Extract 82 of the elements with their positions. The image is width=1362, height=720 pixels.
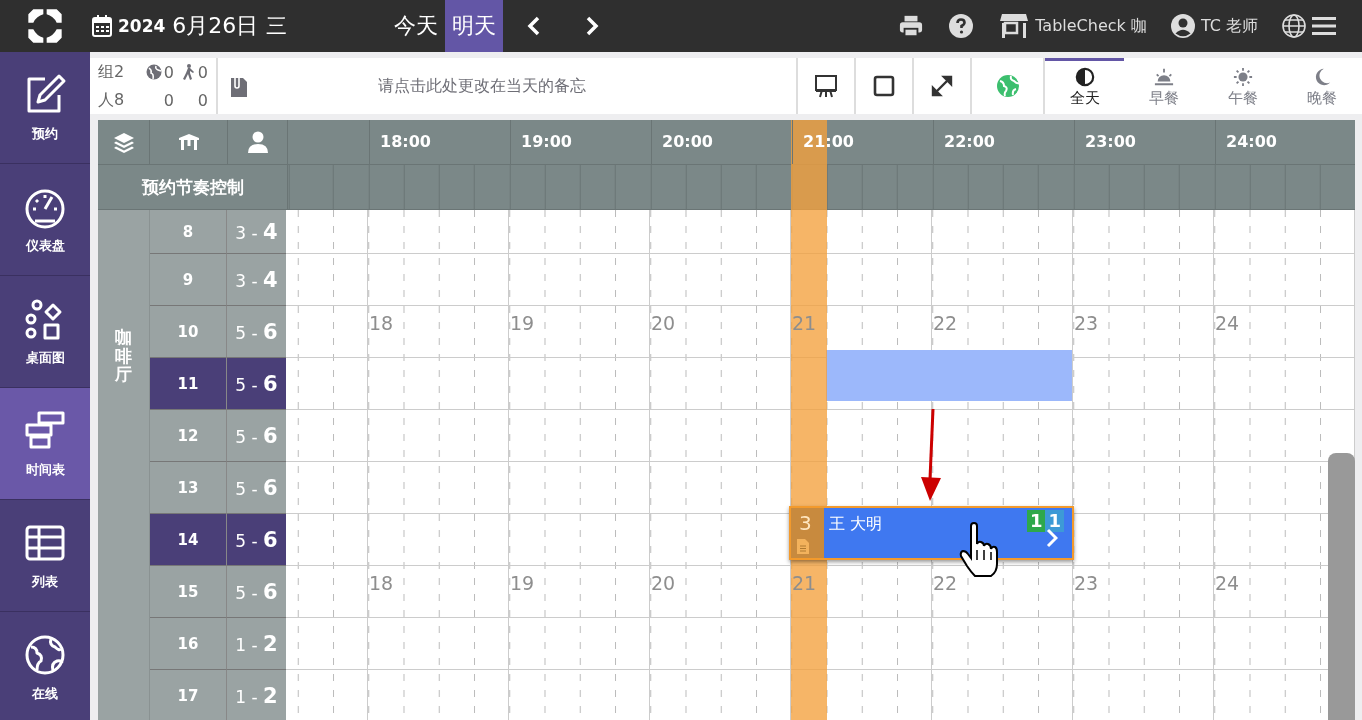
table-number[interactable]: 14 bbox=[150, 514, 227, 566]
hour-label: 22:00 bbox=[933, 120, 995, 164]
note-icon bbox=[797, 539, 809, 554]
hour-label: 19:00 bbox=[510, 120, 572, 164]
hour-mark: 23 bbox=[1074, 312, 1099, 334]
capacity-cell: 5 - 6 bbox=[227, 306, 286, 358]
table-number[interactable]: 11 bbox=[150, 358, 227, 410]
square-icon bbox=[872, 74, 896, 98]
stat-value: 0 bbox=[197, 90, 208, 110]
hour-mark: 22 bbox=[933, 572, 958, 594]
hour-label: 23:00 bbox=[1074, 120, 1136, 164]
globe-icon bbox=[145, 64, 162, 80]
user-icon[interactable] bbox=[1170, 14, 1195, 38]
stat-value: 0 bbox=[163, 62, 174, 82]
area-label: 咖啡厅 bbox=[98, 210, 150, 720]
capacity-cell: 5 - 6 bbox=[227, 410, 286, 462]
globe-icon bbox=[995, 74, 1020, 98]
language-icon[interactable] bbox=[1282, 14, 1306, 38]
capacity-cell: 3 - 4 bbox=[227, 254, 286, 306]
year-text: 2024 bbox=[118, 16, 166, 36]
chevron-right-icon[interactable] bbox=[1046, 528, 1058, 548]
hour-mark: 22 bbox=[933, 312, 958, 334]
sidebar-item[interactable]: 时间表 bbox=[0, 388, 90, 500]
next-icon[interactable] bbox=[585, 15, 600, 37]
hour-mark: 20 bbox=[651, 572, 676, 594]
sunrise-icon bbox=[1152, 67, 1175, 87]
reservation-card[interactable]: 3 王 大明 1 1 bbox=[789, 506, 1074, 560]
hour-mark: 23 bbox=[1074, 572, 1099, 594]
capacity-cell: 5 - 6 bbox=[227, 514, 286, 566]
sidebar-item[interactable]: 仪表盘 bbox=[0, 164, 90, 276]
sidebar-item[interactable]: 预约 bbox=[0, 52, 90, 164]
calendar-icon[interactable] bbox=[92, 15, 112, 37]
capacity-cell: 5 - 6 bbox=[227, 358, 286, 410]
store-icon[interactable] bbox=[999, 13, 1030, 39]
capacity-cell: 5 - 6 bbox=[227, 566, 286, 618]
easel-icon bbox=[814, 74, 838, 98]
stat-value: 0 bbox=[197, 62, 208, 82]
sidebar-item[interactable]: 在线 bbox=[0, 612, 90, 720]
hour-mark: 19 bbox=[510, 312, 535, 334]
hour-mark: 24 bbox=[1215, 572, 1240, 594]
hour-mark: 20 bbox=[651, 312, 676, 334]
stat-text: 组2 bbox=[98, 61, 126, 83]
logo-icon[interactable] bbox=[25, 6, 65, 46]
sun-icon bbox=[1232, 67, 1255, 87]
hour-label: 20:00 bbox=[651, 120, 713, 164]
store-name[interactable]: TableCheck 咖 bbox=[1035, 15, 1147, 37]
previous-icon[interactable] bbox=[527, 15, 542, 37]
hour-mark: 21 bbox=[792, 572, 817, 594]
print-icon[interactable] bbox=[899, 14, 924, 38]
capacity-cell: 1 - 2 bbox=[227, 670, 286, 720]
hour-mark: 18 bbox=[369, 572, 394, 594]
hour-mark: 21 bbox=[792, 312, 817, 334]
count-badge: 1 bbox=[1026, 510, 1046, 532]
hour-mark: 19 bbox=[510, 572, 535, 594]
hour-mark: 24 bbox=[1215, 312, 1240, 334]
capacity-cell: 1 - 2 bbox=[227, 618, 286, 670]
stat-value: 0 bbox=[163, 90, 174, 110]
menu-icon[interactable] bbox=[1312, 14, 1336, 38]
day-button[interactable]: 明天 bbox=[445, 0, 504, 52]
user-name[interactable]: TC 老师 bbox=[1200, 15, 1258, 37]
day-button[interactable]: 今天 bbox=[387, 0, 446, 52]
capacity-cell: 5 - 6 bbox=[227, 462, 286, 514]
count-badge: 1 bbox=[1045, 510, 1064, 532]
stat-text: 人8 bbox=[98, 89, 126, 111]
half-circle-icon bbox=[1073, 67, 1096, 87]
capacity-cell: 3 - 4 bbox=[227, 210, 286, 254]
hour-label: 24:00 bbox=[1215, 120, 1277, 164]
pacing-control-label[interactable]: 预约节奏控制 bbox=[98, 165, 288, 209]
party-size: 3 bbox=[791, 508, 824, 558]
expand-icon bbox=[930, 74, 954, 98]
person-icon[interactable] bbox=[246, 131, 269, 153]
layers-icon[interactable] bbox=[112, 131, 135, 153]
hour-mark: 18 bbox=[369, 312, 394, 334]
table-icon[interactable] bbox=[177, 131, 200, 153]
guest-name: 王 大明 bbox=[829, 514, 883, 535]
scrollbar-thumb[interactable] bbox=[1328, 453, 1355, 720]
sidebar-item[interactable]: 列表 bbox=[0, 500, 90, 612]
hour-label: 18:00 bbox=[369, 120, 431, 164]
date-text[interactable]: 6月26日 bbox=[172, 11, 259, 41]
help-icon[interactable] bbox=[949, 14, 974, 38]
weekday-text: 三 bbox=[266, 13, 288, 40]
hand-cursor-icon bbox=[959, 522, 999, 578]
